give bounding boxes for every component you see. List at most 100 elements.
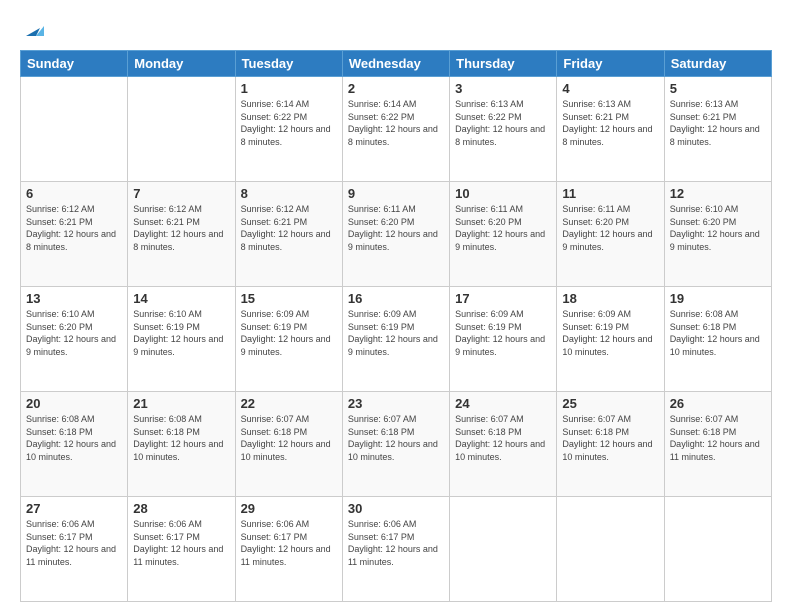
day-info: Sunrise: 6:06 AM Sunset: 6:17 PM Dayligh… <box>26 518 122 568</box>
calendar-cell: 16Sunrise: 6:09 AM Sunset: 6:19 PM Dayli… <box>342 287 449 392</box>
day-number: 23 <box>348 396 444 411</box>
calendar-cell: 21 Sunrise: 6:08 AM Sunset: 6:18 PM Dayli… <box>128 392 235 497</box>
calendar-cell: 6Sunrise: 6:12 AM Sunset: 6:21 PM Daylig… <box>21 182 128 287</box>
day-number: 22 <box>241 396 337 411</box>
day-info: Sunrise: 6:06 AM Sunset: 6:17 PM Dayligh… <box>348 518 444 568</box>
day-number: 3 <box>455 81 551 96</box>
calendar-table: SundayMondayTuesdayWednesdayThursdayFrid… <box>20 50 772 602</box>
calendar-cell: 28 Sunrise: 6:06 AM Sunset: 6:17 PM Dayli… <box>128 497 235 602</box>
calendar-week-5: 27 Sunrise: 6:06 AM Sunset: 6:17 PM Dayli… <box>21 497 772 602</box>
day-number: 21 <box>133 396 229 411</box>
day-info: Sunrise: 6:08 AM Sunset: 6:18 PM Dayligh… <box>670 308 766 358</box>
day-number: 4 <box>562 81 658 96</box>
day-info: Sunrise: 6:09 AM Sunset: 6:19 PM Dayligh… <box>348 308 444 358</box>
column-header-saturday: Saturday <box>664 51 771 77</box>
calendar-week-3: 13Sunrise: 6:10 AM Sunset: 6:20 PM Dayli… <box>21 287 772 392</box>
day-info: Sunrise: 6:07 AM Sunset: 6:18 PM Dayligh… <box>670 413 766 463</box>
day-info: Sunrise: 6:06 AM Sunset: 6:17 PM Dayligh… <box>133 518 229 568</box>
calendar-cell: 5 Sunrise: 6:13 AM Sunset: 6:21 PM Daylig… <box>664 77 771 182</box>
page: SundayMondayTuesdayWednesdayThursdayFrid… <box>0 0 792 612</box>
day-info: Sunrise: 6:14 AM Sunset: 6:22 PM Dayligh… <box>241 98 337 148</box>
calendar-cell: 18 Sunrise: 6:09 AM Sunset: 6:19 PM Dayli… <box>557 287 664 392</box>
day-number: 27 <box>26 501 122 516</box>
day-info: Sunrise: 6:09 AM Sunset: 6:19 PM Dayligh… <box>455 308 551 358</box>
day-info: Sunrise: 6:10 AM Sunset: 6:20 PM Dayligh… <box>26 308 122 358</box>
day-number: 29 <box>241 501 337 516</box>
calendar-cell: 22 Sunrise: 6:07 AM Sunset: 6:18 PM Dayli… <box>235 392 342 497</box>
calendar-cell: 23 Sunrise: 6:07 AM Sunset: 6:18 PM Dayli… <box>342 392 449 497</box>
day-info: Sunrise: 6:07 AM Sunset: 6:18 PM Dayligh… <box>455 413 551 463</box>
day-number: 2 <box>348 81 444 96</box>
day-number: 10 <box>455 186 551 201</box>
day-number: 30 <box>348 501 444 516</box>
calendar-cell: 15 Sunrise: 6:09 AM Sunset: 6:19 PM Dayli… <box>235 287 342 392</box>
day-info: Sunrise: 6:13 AM Sunset: 6:22 PM Dayligh… <box>455 98 551 148</box>
calendar-cell: 13Sunrise: 6:10 AM Sunset: 6:20 PM Dayli… <box>21 287 128 392</box>
column-header-thursday: Thursday <box>450 51 557 77</box>
day-number: 14 <box>133 291 229 306</box>
calendar-cell: 19 Sunrise: 6:08 AM Sunset: 6:18 PM Dayli… <box>664 287 771 392</box>
calendar-cell: 8Sunrise: 6:12 AM Sunset: 6:21 PM Daylig… <box>235 182 342 287</box>
day-info: Sunrise: 6:12 AM Sunset: 6:21 PM Dayligh… <box>133 203 229 253</box>
logo-text <box>20 18 44 40</box>
calendar-cell: 24Sunrise: 6:07 AM Sunset: 6:18 PM Dayli… <box>450 392 557 497</box>
day-number: 5 <box>670 81 766 96</box>
day-info: Sunrise: 6:10 AM Sunset: 6:19 PM Dayligh… <box>133 308 229 358</box>
calendar-cell: 30 Sunrise: 6:06 AM Sunset: 6:17 PM Dayli… <box>342 497 449 602</box>
calendar-cell: 14 Sunrise: 6:10 AM Sunset: 6:19 PM Dayli… <box>128 287 235 392</box>
day-info: Sunrise: 6:14 AM Sunset: 6:22 PM Dayligh… <box>348 98 444 148</box>
column-header-wednesday: Wednesday <box>342 51 449 77</box>
column-header-friday: Friday <box>557 51 664 77</box>
calendar-cell: 25 Sunrise: 6:07 AM Sunset: 6:18 PM Dayli… <box>557 392 664 497</box>
calendar-cell: 4 Sunrise: 6:13 AM Sunset: 6:21 PM Daylig… <box>557 77 664 182</box>
calendar-week-2: 6Sunrise: 6:12 AM Sunset: 6:21 PM Daylig… <box>21 182 772 287</box>
day-info: Sunrise: 6:10 AM Sunset: 6:20 PM Dayligh… <box>670 203 766 253</box>
day-info: Sunrise: 6:07 AM Sunset: 6:18 PM Dayligh… <box>348 413 444 463</box>
day-number: 26 <box>670 396 766 411</box>
day-info: Sunrise: 6:12 AM Sunset: 6:21 PM Dayligh… <box>26 203 122 253</box>
column-header-monday: Monday <box>128 51 235 77</box>
calendar-cell: 29Sunrise: 6:06 AM Sunset: 6:17 PM Dayli… <box>235 497 342 602</box>
calendar-cell: 27 Sunrise: 6:06 AM Sunset: 6:17 PM Dayli… <box>21 497 128 602</box>
day-number: 15 <box>241 291 337 306</box>
calendar-week-4: 20Sunrise: 6:08 AM Sunset: 6:18 PM Dayli… <box>21 392 772 497</box>
calendar-cell: 9 Sunrise: 6:11 AM Sunset: 6:20 PM Daylig… <box>342 182 449 287</box>
day-info: Sunrise: 6:09 AM Sunset: 6:19 PM Dayligh… <box>562 308 658 358</box>
day-number: 28 <box>133 501 229 516</box>
day-info: Sunrise: 6:07 AM Sunset: 6:18 PM Dayligh… <box>562 413 658 463</box>
calendar-cell <box>450 497 557 602</box>
day-number: 18 <box>562 291 658 306</box>
calendar-cell: 3 Sunrise: 6:13 AM Sunset: 6:22 PM Daylig… <box>450 77 557 182</box>
calendar-cell: 17 Sunrise: 6:09 AM Sunset: 6:19 PM Dayli… <box>450 287 557 392</box>
calendar-cell: 12 Sunrise: 6:10 AM Sunset: 6:20 PM Dayli… <box>664 182 771 287</box>
day-number: 19 <box>670 291 766 306</box>
day-number: 12 <box>670 186 766 201</box>
column-header-tuesday: Tuesday <box>235 51 342 77</box>
day-info: Sunrise: 6:12 AM Sunset: 6:21 PM Dayligh… <box>241 203 337 253</box>
calendar-cell: 26 Sunrise: 6:07 AM Sunset: 6:18 PM Dayli… <box>664 392 771 497</box>
day-info: Sunrise: 6:08 AM Sunset: 6:18 PM Dayligh… <box>133 413 229 463</box>
calendar-week-1: 1Sunrise: 6:14 AM Sunset: 6:22 PM Daylig… <box>21 77 772 182</box>
day-info: Sunrise: 6:08 AM Sunset: 6:18 PM Dayligh… <box>26 413 122 463</box>
day-info: Sunrise: 6:13 AM Sunset: 6:21 PM Dayligh… <box>562 98 658 148</box>
day-info: Sunrise: 6:11 AM Sunset: 6:20 PM Dayligh… <box>348 203 444 253</box>
day-info: Sunrise: 6:07 AM Sunset: 6:18 PM Dayligh… <box>241 413 337 463</box>
day-number: 9 <box>348 186 444 201</box>
calendar-header-row: SundayMondayTuesdayWednesdayThursdayFrid… <box>21 51 772 77</box>
day-number: 7 <box>133 186 229 201</box>
header <box>20 18 772 40</box>
day-info: Sunrise: 6:11 AM Sunset: 6:20 PM Dayligh… <box>562 203 658 253</box>
logo <box>20 18 44 40</box>
calendar-cell: 7 Sunrise: 6:12 AM Sunset: 6:21 PM Daylig… <box>128 182 235 287</box>
calendar-cell <box>557 497 664 602</box>
calendar-cell <box>128 77 235 182</box>
day-number: 25 <box>562 396 658 411</box>
day-info: Sunrise: 6:09 AM Sunset: 6:19 PM Dayligh… <box>241 308 337 358</box>
calendar-cell: 20Sunrise: 6:08 AM Sunset: 6:18 PM Dayli… <box>21 392 128 497</box>
logo-icon <box>22 18 44 40</box>
column-header-sunday: Sunday <box>21 51 128 77</box>
calendar-cell: 10Sunrise: 6:11 AM Sunset: 6:20 PM Dayli… <box>450 182 557 287</box>
day-number: 17 <box>455 291 551 306</box>
calendar-cell: 2 Sunrise: 6:14 AM Sunset: 6:22 PM Daylig… <box>342 77 449 182</box>
day-info: Sunrise: 6:13 AM Sunset: 6:21 PM Dayligh… <box>670 98 766 148</box>
